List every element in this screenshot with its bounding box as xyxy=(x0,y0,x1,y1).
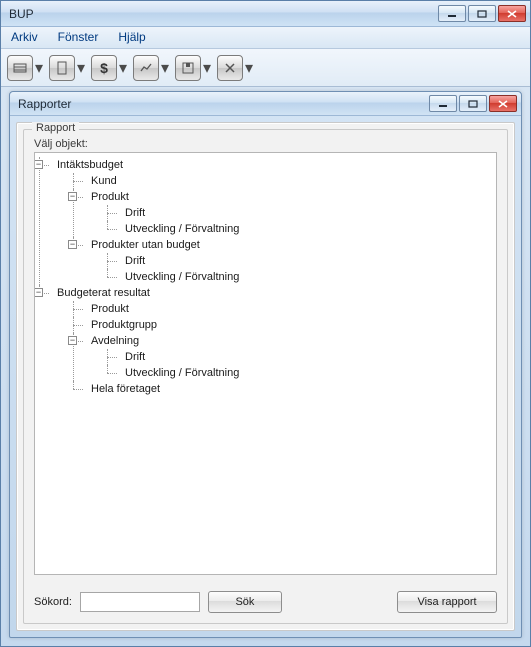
tree-label[interactable]: Drift xyxy=(123,253,147,269)
disk-icon xyxy=(175,55,201,81)
toolbar-btn-chart[interactable]: ▾ xyxy=(133,54,171,82)
report-tree[interactable]: − Intäktsbudget Kund − Produkt xyxy=(34,152,497,575)
minimize-icon xyxy=(447,10,457,18)
reports-maximize-button[interactable] xyxy=(459,95,487,112)
toolbar: ▾ ▾ $ ▾ ▾ ▾ ▾ xyxy=(1,49,530,87)
tree-label[interactable]: Produkt xyxy=(89,301,131,317)
tree-label[interactable]: Intäktsbudget xyxy=(55,157,125,173)
tree-label[interactable]: Avdelning xyxy=(89,333,141,349)
show-report-button[interactable]: Visa rapport xyxy=(397,591,497,613)
maximize-icon xyxy=(477,10,487,18)
minus-icon[interactable]: − xyxy=(34,160,43,169)
toolbar-btn-tools[interactable]: ▾ xyxy=(217,54,255,82)
tree-label[interactable]: Drift xyxy=(123,349,147,365)
tree-node-avdelning[interactable]: − Avdelning Drift Utveckling / Förvaltni… xyxy=(73,333,496,381)
toolbar-btn-disk[interactable]: ▾ xyxy=(175,54,213,82)
close-icon xyxy=(507,10,517,18)
reports-close-button[interactable] xyxy=(489,95,517,112)
tree-node-drift[interactable]: Drift xyxy=(107,349,496,365)
tree-node-utveckling[interactable]: Utveckling / Förvaltning xyxy=(107,221,496,237)
minus-icon[interactable]: − xyxy=(68,336,77,345)
app-window: BUP Arkiv Fönster Hjälp ▾ xyxy=(0,0,531,647)
app-title: BUP xyxy=(9,7,34,21)
toolbar-btn-grid[interactable]: ▾ xyxy=(7,54,45,82)
toolbar-btn-doc[interactable]: ▾ xyxy=(49,54,87,82)
tree-label[interactable]: Produkter utan budget xyxy=(89,237,202,253)
tree-node-utveckling[interactable]: Utveckling / Förvaltning xyxy=(107,365,496,381)
tree-node-utveckling[interactable]: Utveckling / Förvaltning xyxy=(107,269,496,285)
mdi-client-area: Rapporter Rapport Välj objekt: xyxy=(1,87,530,646)
document-icon xyxy=(49,55,75,81)
tree-node-kund[interactable]: Kund xyxy=(73,173,496,189)
toolbar-btn-dollar[interactable]: $ ▾ xyxy=(91,54,129,82)
minimize-icon xyxy=(438,100,448,108)
minus-icon[interactable]: − xyxy=(68,192,77,201)
chevron-down-icon[interactable]: ▾ xyxy=(201,55,213,81)
menu-fonster[interactable]: Fönster xyxy=(48,27,109,48)
maximize-button[interactable] xyxy=(468,5,496,22)
app-window-controls xyxy=(438,5,526,22)
reports-window-controls xyxy=(429,95,517,112)
minus-icon[interactable]: − xyxy=(68,240,77,249)
tree-node-hela-foretaget[interactable]: Hela företaget xyxy=(73,381,496,397)
close-button[interactable] xyxy=(498,5,526,22)
tree-label[interactable]: Utveckling / Förvaltning xyxy=(123,365,241,381)
tree-label[interactable]: Produkt xyxy=(89,189,131,205)
reports-window: Rapporter Rapport Välj objekt: xyxy=(9,91,522,638)
select-object-label: Välj objekt: xyxy=(24,130,507,152)
chevron-down-icon[interactable]: ▾ xyxy=(33,55,45,81)
tree-label[interactable]: Hela företaget xyxy=(89,381,162,397)
search-input[interactable] xyxy=(80,592,200,612)
chevron-down-icon[interactable]: ▾ xyxy=(75,55,87,81)
tree-label[interactable]: Budgeterat resultat xyxy=(55,285,152,301)
tree-label[interactable]: Produktgrupp xyxy=(89,317,159,333)
tree-label[interactable]: Utveckling / Förvaltning xyxy=(123,269,241,285)
tree-node-produkter-utan-budget[interactable]: − Produkter utan budget Drift Utveckling… xyxy=(73,237,496,285)
minimize-button[interactable] xyxy=(438,5,466,22)
tree-label[interactable]: Utveckling / Förvaltning xyxy=(123,221,241,237)
chevron-down-icon[interactable]: ▾ xyxy=(159,55,171,81)
tree-node-drift[interactable]: Drift xyxy=(107,205,496,221)
tree-node-budgeterat-resultat[interactable]: − Budgeterat resultat Produkt Produktgru… xyxy=(39,285,496,397)
chart-icon xyxy=(133,55,159,81)
menu-bar: Arkiv Fönster Hjälp xyxy=(1,27,530,49)
search-label: Sökord: xyxy=(34,596,72,608)
reports-title: Rapporter xyxy=(18,97,71,111)
reports-minimize-button[interactable] xyxy=(429,95,457,112)
menu-arkiv[interactable]: Arkiv xyxy=(1,27,48,48)
chevron-down-icon[interactable]: ▾ xyxy=(117,55,129,81)
dollar-icon: $ xyxy=(91,55,117,81)
minus-icon[interactable]: − xyxy=(34,288,43,297)
maximize-icon xyxy=(468,100,478,108)
tree-label[interactable]: Kund xyxy=(89,173,119,189)
tools-icon xyxy=(217,55,243,81)
rapport-groupbox: Rapport Välj objekt: − Intäktsbudget Kun… xyxy=(23,129,508,624)
close-icon xyxy=(498,100,508,108)
tree-node-drift[interactable]: Drift xyxy=(107,253,496,269)
app-titlebar: BUP xyxy=(1,1,530,27)
search-button[interactable]: Sök xyxy=(208,591,282,613)
reports-titlebar: Rapporter xyxy=(10,92,521,116)
rapport-group-label: Rapport xyxy=(32,122,79,134)
tree-node-produkt[interactable]: Produkt xyxy=(73,301,496,317)
menu-hjalp[interactable]: Hjälp xyxy=(108,27,155,48)
tree-label[interactable]: Drift xyxy=(123,205,147,221)
reports-body: Rapport Välj objekt: − Intäktsbudget Kun… xyxy=(16,122,515,631)
chevron-down-icon[interactable]: ▾ xyxy=(243,55,255,81)
tree-node-intaktsbudget[interactable]: − Intäktsbudget Kund − Produkt xyxy=(39,157,496,285)
grid-icon xyxy=(7,55,33,81)
tree-node-produktgrupp[interactable]: Produktgrupp xyxy=(73,317,496,333)
tree-node-produkt[interactable]: − Produkt Drift Utveckling / Förvaltning xyxy=(73,189,496,237)
search-row: Sökord: Sök Visa rapport xyxy=(24,585,507,623)
